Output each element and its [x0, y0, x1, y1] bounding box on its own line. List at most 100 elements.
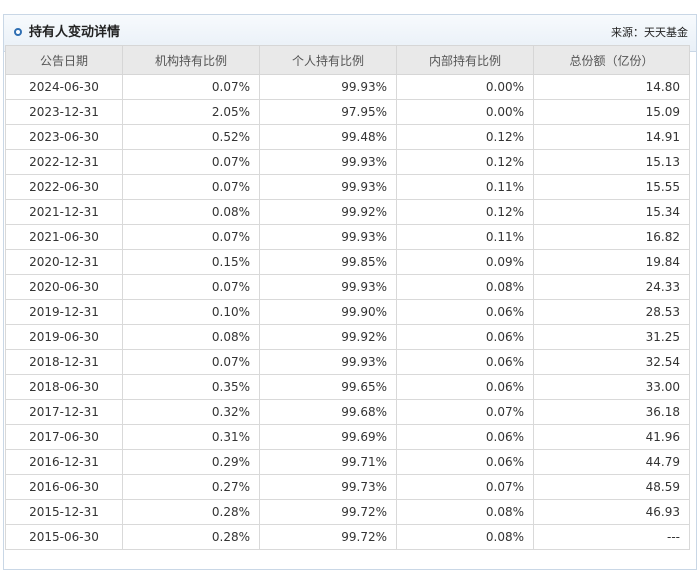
source-label: 来源：天天基金: [611, 26, 688, 39]
cell-institution-ratio: 0.07%: [122, 174, 260, 200]
column-header-total-shares: 总份额（亿份）: [533, 45, 690, 75]
cell-internal-ratio: 0.06%: [396, 324, 534, 350]
cell-date: 2017-12-31: [5, 399, 123, 425]
cell-date: 2024-06-30: [5, 74, 123, 100]
table-row: 2021-06-30 0.07% 99.93% 0.11% 16.82: [5, 224, 690, 250]
cell-date: 2021-12-31: [5, 199, 123, 225]
cell-institution-ratio: 0.07%: [122, 349, 260, 375]
cell-total-shares: ---: [533, 524, 690, 550]
cell-date: 2018-12-31: [5, 349, 123, 375]
cell-individual-ratio: 97.95%: [259, 99, 397, 125]
cell-individual-ratio: 99.72%: [259, 499, 397, 525]
cell-institution-ratio: 0.07%: [122, 149, 260, 175]
circle-bullet-icon: [14, 28, 22, 36]
cell-individual-ratio: 99.93%: [259, 274, 397, 300]
table-row: 2016-12-31 0.29% 99.71% 0.06% 44.79: [5, 449, 690, 475]
cell-date: 2020-12-31: [5, 249, 123, 275]
cell-individual-ratio: 99.93%: [259, 349, 397, 375]
table-row: 2017-12-31 0.32% 99.68% 0.07% 36.18: [5, 399, 690, 425]
cell-total-shares: 15.34: [533, 199, 690, 225]
cell-total-shares: 41.96: [533, 424, 690, 450]
table-row: 2023-06-30 0.52% 99.48% 0.12% 14.91: [5, 124, 690, 150]
holdings-table: 公告日期 机构持有比例 个人持有比例 内部持有比例 总份额（亿份） 2024-0…: [5, 45, 690, 550]
cell-institution-ratio: 0.29%: [122, 449, 260, 475]
cell-internal-ratio: 0.06%: [396, 299, 534, 325]
column-header-internal-ratio: 内部持有比例: [396, 45, 534, 75]
table-row: 2024-06-30 0.07% 99.93% 0.00% 14.80: [5, 74, 690, 100]
cell-date: 2021-06-30: [5, 224, 123, 250]
cell-institution-ratio: 0.07%: [122, 274, 260, 300]
cell-institution-ratio: 0.10%: [122, 299, 260, 325]
cell-institution-ratio: 0.32%: [122, 399, 260, 425]
cell-institution-ratio: 0.15%: [122, 249, 260, 275]
table-row: 2016-06-30 0.27% 99.73% 0.07% 48.59: [5, 474, 690, 500]
cell-institution-ratio: 0.28%: [122, 524, 260, 550]
cell-internal-ratio: 0.08%: [396, 274, 534, 300]
cell-date: 2019-06-30: [5, 324, 123, 350]
cell-total-shares: 48.59: [533, 474, 690, 500]
cell-date: 2015-06-30: [5, 524, 123, 550]
table-row: 2017-06-30 0.31% 99.69% 0.06% 41.96: [5, 424, 690, 450]
table-row: 2022-12-31 0.07% 99.93% 0.12% 15.13: [5, 149, 690, 175]
cell-internal-ratio: 0.11%: [396, 174, 534, 200]
table-row: 2018-06-30 0.35% 99.65% 0.06% 33.00: [5, 374, 690, 400]
panel-title: 持有人变动详情: [29, 25, 121, 40]
cell-internal-ratio: 0.06%: [396, 449, 534, 475]
cell-institution-ratio: 0.08%: [122, 199, 260, 225]
table-row: 2019-06-30 0.08% 99.92% 0.06% 31.25: [5, 324, 690, 350]
cell-internal-ratio: 0.07%: [396, 399, 534, 425]
table-header-row: 公告日期 机构持有比例 个人持有比例 内部持有比例 总份额（亿份）: [5, 45, 690, 75]
cell-total-shares: 24.33: [533, 274, 690, 300]
table-body: 2024-06-30 0.07% 99.93% 0.00% 14.80 2023-12-3…: [5, 74, 690, 550]
cell-individual-ratio: 99.85%: [259, 249, 397, 275]
cell-internal-ratio: 0.11%: [396, 224, 534, 250]
cell-institution-ratio: 0.08%: [122, 324, 260, 350]
cell-total-shares: 32.54: [533, 349, 690, 375]
cell-date: 2023-12-31: [5, 99, 123, 125]
cell-total-shares: 36.18: [533, 399, 690, 425]
cell-date: 2020-06-30: [5, 274, 123, 300]
table-row: 2020-12-31 0.15% 99.85% 0.09% 19.84: [5, 249, 690, 275]
cell-individual-ratio: 99.90%: [259, 299, 397, 325]
cell-date: 2022-12-31: [5, 149, 123, 175]
cell-date: 2023-06-30: [5, 124, 123, 150]
cell-total-shares: 14.80: [533, 74, 690, 100]
column-header-individual-ratio: 个人持有比例: [259, 45, 397, 75]
cell-total-shares: 15.13: [533, 149, 690, 175]
table-row: 2019-12-31 0.10% 99.90% 0.06% 28.53: [5, 299, 690, 325]
cell-individual-ratio: 99.71%: [259, 449, 397, 475]
cell-institution-ratio: 2.05%: [122, 99, 260, 125]
cell-total-shares: 28.53: [533, 299, 690, 325]
cell-individual-ratio: 99.92%: [259, 199, 397, 225]
cell-internal-ratio: 0.08%: [396, 524, 534, 550]
cell-total-shares: 14.91: [533, 124, 690, 150]
cell-individual-ratio: 99.93%: [259, 149, 397, 175]
cell-individual-ratio: 99.92%: [259, 324, 397, 350]
cell-date: 2017-06-30: [5, 424, 123, 450]
cell-individual-ratio: 99.93%: [259, 74, 397, 100]
cell-internal-ratio: 0.06%: [396, 349, 534, 375]
cell-internal-ratio: 0.12%: [396, 149, 534, 175]
cell-institution-ratio: 0.27%: [122, 474, 260, 500]
cell-total-shares: 33.00: [533, 374, 690, 400]
cell-internal-ratio: 0.06%: [396, 374, 534, 400]
cell-individual-ratio: 99.93%: [259, 174, 397, 200]
table-row: 2015-12-31 0.28% 99.72% 0.08% 46.93: [5, 499, 690, 525]
table-row: 2022-06-30 0.07% 99.93% 0.11% 15.55: [5, 174, 690, 200]
cell-institution-ratio: 0.52%: [122, 124, 260, 150]
cell-internal-ratio: 0.00%: [396, 99, 534, 125]
cell-individual-ratio: 99.48%: [259, 124, 397, 150]
cell-total-shares: 19.84: [533, 249, 690, 275]
cell-individual-ratio: 99.69%: [259, 424, 397, 450]
cell-date: 2019-12-31: [5, 299, 123, 325]
cell-individual-ratio: 99.73%: [259, 474, 397, 500]
cell-internal-ratio: 0.08%: [396, 499, 534, 525]
cell-individual-ratio: 99.93%: [259, 224, 397, 250]
cell-institution-ratio: 0.35%: [122, 374, 260, 400]
table-row: 2020-06-30 0.07% 99.93% 0.08% 24.33: [5, 274, 690, 300]
cell-individual-ratio: 99.65%: [259, 374, 397, 400]
cell-internal-ratio: 0.00%: [396, 74, 534, 100]
cell-total-shares: 15.55: [533, 174, 690, 200]
cell-institution-ratio: 0.07%: [122, 224, 260, 250]
cell-internal-ratio: 0.06%: [396, 424, 534, 450]
